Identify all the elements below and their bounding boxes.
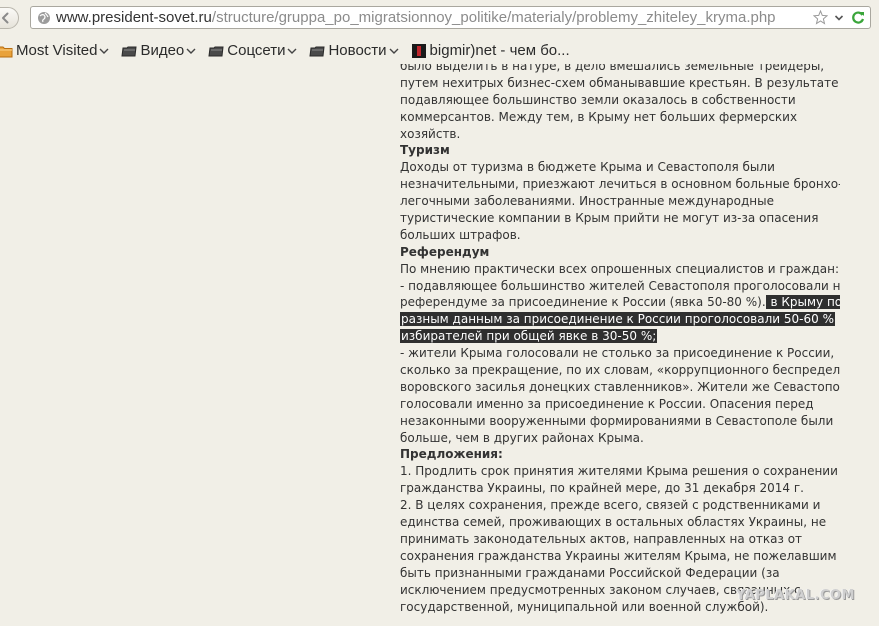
line-text: путем нехитрых бизнес-схем обманывавшие … [400, 75, 839, 90]
bookmark-label: Новости [328, 42, 387, 59]
article-line: хозяйств. [400, 126, 840, 143]
bookmark-label: Most Visited [16, 42, 98, 59]
article-line: - подавляющее большинство жителей Севаст… [400, 278, 840, 295]
article-line: быть признанными гражданами Российской Ф… [400, 565, 840, 582]
url-path: /structure/gruppa_po_migratsionnoy_polit… [211, 9, 776, 26]
line-text: сколько за прекращение, по их словам, «к… [400, 363, 840, 378]
selected-text[interactable]: избирателей при общей явке в 30-50 %; [400, 329, 658, 344]
article-line: незаконными вооруженными формированиями … [400, 413, 840, 430]
back-arrow-icon [0, 12, 12, 24]
heading-text: Туризм [400, 143, 450, 158]
chevron-down-icon [99, 47, 109, 55]
article-line: туристические компании в Крым прийти не … [400, 210, 840, 227]
selected-text[interactable]: в Крыму по [765, 295, 840, 310]
folder-icon [309, 44, 326, 58]
article-line: подавляющее большинство земли оказалось … [400, 92, 840, 109]
article-line: больших штрафов. [400, 227, 840, 244]
bookmark-label: Видео [140, 42, 185, 59]
line-text: незаконными вооруженными формированиями … [400, 413, 834, 428]
heading-text: Референдум [400, 244, 490, 259]
bookmark-label: bigmir)net - чем бо... [429, 42, 570, 59]
section-heading-tourism: Туризм [400, 142, 840, 159]
folder-icon [0, 44, 13, 58]
star-icon[interactable] [812, 9, 828, 26]
article-line: путем нехитрых бизнес-схем обманывавшие … [400, 75, 840, 92]
article-line: 1. Продлить срок принятия жителями Крыма… [400, 463, 840, 480]
bookmark-social[interactable]: Соцсети [208, 39, 297, 63]
line-text: сохранения гражданства Украины жителям К… [400, 548, 837, 563]
line-text: 1. Продлить срок принятия жителями Крыма… [400, 464, 838, 479]
line-text: гражданства Украины, по крайней мере, до… [400, 481, 804, 496]
line-text: коммерсантов. Между тем, в Крыму нет бол… [400, 109, 798, 124]
bookmark-label: Соцсети [227, 42, 286, 59]
article-line: Доходы от туризма в бюджете Крыма и Сева… [400, 159, 840, 176]
reload-icon[interactable] [850, 9, 866, 26]
line-text: больших штрафов. [400, 227, 521, 242]
line-text: принимать законодательных актов, направл… [400, 531, 803, 546]
chevron-down-icon[interactable] [831, 9, 847, 26]
article-line: легочными заболеваниями. Иностранные меж… [400, 193, 840, 210]
article-line: - жители Крыма голосовали не столько за … [400, 345, 840, 362]
line-text: референдуме за присоединение к России (я… [400, 295, 766, 310]
bookmark-bigmir[interactable]: bigmir)net - чем бо... [411, 39, 570, 63]
line-text: По мнению практически всех опрошенных сп… [400, 261, 840, 276]
article-line: разным данным за присоединение к России … [400, 311, 840, 328]
article-line: референдуме за присоединение к России (я… [400, 294, 840, 311]
chevron-down-icon [389, 47, 399, 55]
article-line: принимать законодательных актов, направл… [400, 531, 840, 548]
article-line: По мнению практически всех опрошенных сп… [400, 261, 840, 278]
line-text: голосовали именно за присоединение к Рос… [400, 396, 814, 411]
line-text: туристические компании в Крым прийти не … [400, 211, 819, 226]
article-line: сколько за прекращение, по их словам, «к… [400, 362, 840, 379]
line-text: воровского засилья донецких ставленников… [400, 379, 840, 394]
bookmark-video[interactable]: Видео [121, 39, 196, 63]
article-line: 2. В целях сохранения, прежде всего, свя… [400, 497, 840, 514]
article-line: единства семей, проживающих в остальных … [400, 514, 840, 531]
folder-icon [121, 44, 137, 58]
article-line: гражданства Украины, по крайней мере, до… [400, 480, 840, 497]
line-text: быть признанными гражданами Российской Ф… [400, 565, 780, 580]
back-button[interactable] [0, 7, 19, 29]
chevron-down-icon [287, 47, 297, 55]
navigation-toolbar: www.president-sovet.ru/structure/gruppa_… [0, 0, 879, 36]
article-line: коммерсантов. Между тем, в Крыму нет бол… [400, 109, 840, 126]
line-text: больше, чем в других районах Крыма. [400, 430, 644, 445]
article-line: воровского засилья донецких ставленников… [400, 379, 840, 396]
article-line: незначительными, приезжают лечиться в ос… [400, 176, 840, 193]
article-line: сохранения гражданства Украины жителям К… [400, 548, 840, 565]
chevron-down-icon [186, 47, 196, 55]
watermark: YAPLAKAL.COM [736, 588, 855, 603]
article-body: было выделить в натуре, в дело вмешались… [400, 64, 840, 626]
line-text: легочными заболеваниями. Иностранные меж… [400, 194, 774, 209]
line-text: - жители Крыма голосовали не столько за … [400, 346, 835, 361]
bookmarks-toolbar: Most Visited Видео Соцсети Новости bigmi… [0, 37, 879, 64]
article-line: голосовали именно за присоединение к Рос… [400, 396, 840, 413]
line-text: незначительными, приезжают лечиться в ос… [400, 177, 840, 192]
line-text: было выделить в натуре, в дело вмешались… [400, 64, 825, 73]
selected-text[interactable]: разным данным за присоединение к России … [400, 312, 835, 327]
article-line: было выделить в натуре, в дело вмешались… [400, 64, 840, 75]
line-text: Доходы от туризма в бюджете Крыма и Сева… [400, 160, 775, 175]
line-text: - подавляющее большинство жителей Севаст… [400, 278, 840, 293]
section-heading-referendum: Референдум [400, 244, 840, 261]
line-text: хозяйств. [400, 126, 461, 141]
bookmark-news[interactable]: Новости [309, 39, 399, 63]
folder-icon [208, 44, 224, 58]
article-line: избирателей при общей явке в 30-50 %; [400, 328, 840, 345]
url-bar[interactable]: www.president-sovet.ru/structure/gruppa_… [30, 6, 871, 29]
line-text: подавляющее большинство земли оказалось … [400, 92, 796, 107]
heading-text: Предложения: [400, 447, 503, 462]
line-text: государственной, муниципальной или военн… [400, 599, 769, 614]
line-text: единства семей, проживающих в остальных … [400, 515, 827, 530]
bookmark-most-visited[interactable]: Most Visited [0, 39, 109, 63]
article-line: больше, чем в других районах Крыма. [400, 430, 840, 447]
section-heading-proposals: Предложения: [400, 446, 840, 463]
url-domain: www.president-sovet.ru [56, 9, 212, 26]
line-text: 2. В целях сохранения, прежде всего, свя… [400, 498, 821, 513]
globe-icon [36, 10, 52, 26]
site-favicon [411, 43, 427, 59]
url-text: www.president-sovet.ru/structure/gruppa_… [56, 9, 776, 26]
